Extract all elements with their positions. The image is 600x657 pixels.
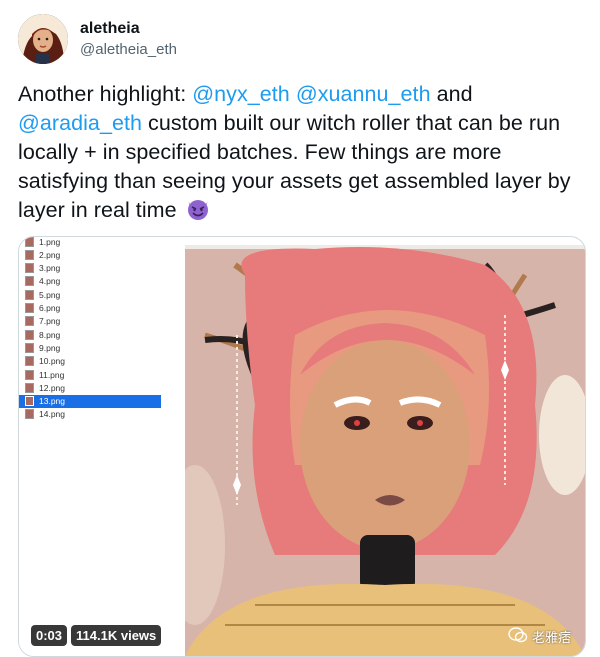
image-file-icon bbox=[25, 263, 34, 274]
image-file-icon bbox=[25, 369, 34, 380]
tweet-video[interactable]: 1.png 2.png 3.png 4.png 5.png 6.png 7.png 8.png… bbox=[18, 236, 586, 657]
file-name: 2.png bbox=[39, 249, 61, 260]
file-list-item[interactable]: 4.png bbox=[19, 275, 161, 288]
file-list-panel: 1.png 2.png 3.png 4.png 5.png 6.png 7.png 8.png… bbox=[19, 237, 169, 656]
file-list-item[interactable]: 10.png bbox=[19, 355, 161, 368]
file-name: 10.png bbox=[39, 356, 65, 367]
file-name: 14.png bbox=[39, 409, 65, 420]
tweet-text: Another highlight: @nyx_eth @xuannu_eth … bbox=[18, 80, 590, 229]
file-list-item[interactable]: 1.png bbox=[19, 236, 161, 248]
file-list-item[interactable]: 13.png bbox=[19, 394, 161, 408]
mention-link[interactable]: @xuannu_eth bbox=[296, 82, 431, 106]
file-list-item[interactable]: 5.png bbox=[19, 288, 161, 301]
file-name: 8.png bbox=[39, 329, 61, 340]
view-count: 114.1K views bbox=[71, 625, 162, 646]
image-file-icon bbox=[25, 276, 34, 287]
file-name: 11.png bbox=[39, 369, 65, 380]
image-file-icon bbox=[25, 382, 34, 393]
mention-link[interactable]: @nyx_eth bbox=[192, 82, 290, 106]
tweet-text-part: and bbox=[430, 82, 473, 106]
file-list-item[interactable]: 14.png bbox=[19, 408, 161, 421]
file-name: 5.png bbox=[39, 289, 61, 300]
tweet-text-part: Another highlight: bbox=[18, 82, 193, 106]
file-name: 7.png bbox=[39, 316, 61, 327]
file-name: 9.png bbox=[39, 342, 61, 353]
file-list-item[interactable]: 11.png bbox=[19, 368, 161, 381]
file-name: 6.png bbox=[39, 303, 61, 313]
file-name: 1.png bbox=[39, 236, 61, 247]
video-badges: 0:03 114.1K views bbox=[31, 625, 162, 646]
watermark-text: 老雅痞 bbox=[531, 630, 571, 645]
file-list-item[interactable]: 2.png bbox=[19, 248, 161, 261]
smiling-devil-icon bbox=[185, 197, 211, 229]
file-name: 4.png bbox=[39, 276, 61, 287]
display-name[interactable]: aletheia bbox=[80, 19, 177, 39]
file-list-item[interactable]: 9.png bbox=[19, 341, 161, 354]
avatar-image bbox=[18, 14, 68, 64]
image-file-icon bbox=[25, 289, 34, 300]
image-file-icon bbox=[25, 249, 34, 260]
file-list-item[interactable]: 8.png bbox=[19, 328, 161, 341]
mention-link[interactable]: @aradia_eth bbox=[18, 111, 142, 135]
file-list-item[interactable]: 3.png bbox=[19, 262, 161, 275]
file-list-item[interactable]: 6.png bbox=[19, 302, 161, 315]
video-time: 0:03 bbox=[31, 625, 68, 646]
file-name: 13.png bbox=[39, 396, 65, 407]
file-list-item[interactable]: 12.png bbox=[19, 381, 161, 394]
image-file-icon bbox=[25, 329, 34, 340]
file-name: 12.png bbox=[39, 382, 65, 393]
image-file-icon bbox=[25, 356, 34, 367]
image-file-icon bbox=[25, 409, 34, 420]
witch-artwork bbox=[185, 245, 585, 656]
witch-illustration bbox=[185, 247, 585, 656]
watermark: 老雅痞 bbox=[508, 627, 571, 646]
image-file-icon bbox=[25, 396, 34, 407]
tweet-header: aletheia @aletheia_eth bbox=[18, 14, 177, 64]
wechat-icon bbox=[508, 627, 528, 646]
file-list-item[interactable]: 7.png bbox=[19, 315, 161, 328]
image-file-icon bbox=[25, 237, 34, 247]
image-file-icon bbox=[25, 342, 34, 353]
file-name: 3.png bbox=[39, 263, 61, 274]
image-file-icon bbox=[25, 316, 34, 327]
image-file-icon bbox=[25, 303, 34, 313]
avatar[interactable] bbox=[18, 14, 68, 64]
user-handle[interactable]: @aletheia_eth bbox=[80, 40, 177, 60]
